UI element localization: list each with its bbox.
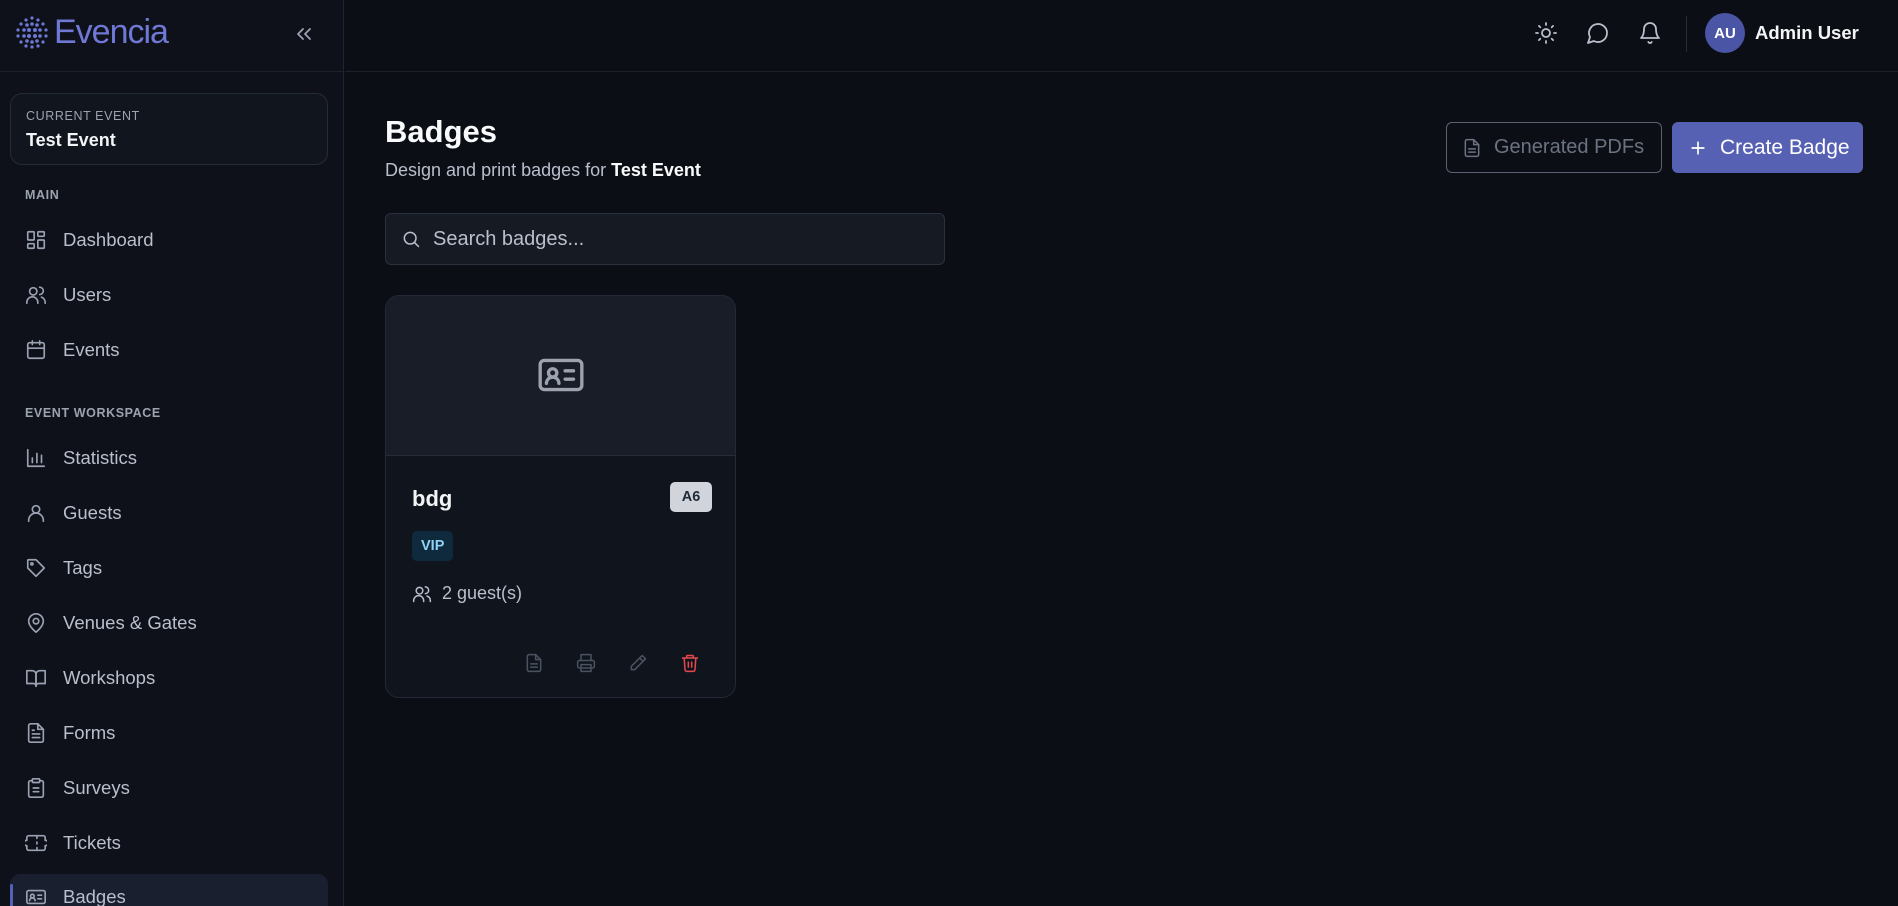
sidebar-item-surveys[interactable]: Surveys xyxy=(10,765,328,811)
dashboard-icon xyxy=(26,230,46,250)
users-icon xyxy=(412,585,432,602)
sidebar-item-label: Statistics xyxy=(63,447,138,468)
sidebar-item-label: Guests xyxy=(63,502,122,523)
logo-dots-icon xyxy=(16,16,48,49)
sun-icon xyxy=(1535,22,1557,44)
sidebar-item-label: Surveys xyxy=(63,777,130,798)
current-event-name: Test Event xyxy=(26,130,116,150)
sidebar-item-forms[interactable]: Forms xyxy=(10,710,328,756)
tag-icon xyxy=(26,558,46,578)
bell-icon xyxy=(1640,22,1660,44)
top-bar xyxy=(345,0,1898,72)
badge-name: bdg xyxy=(412,486,453,511)
sidebar-item-tickets[interactable]: Tickets xyxy=(10,820,328,866)
sidebar-item-label: Venues & Gates xyxy=(63,612,197,633)
generated-pdfs-button[interactable]: Generated PDFs xyxy=(1446,122,1662,173)
logo[interactable]: Evencia xyxy=(14,12,169,52)
sidebar-item-workshops[interactable]: Workshops xyxy=(10,655,328,701)
book-open-icon xyxy=(26,669,46,688)
messages-button[interactable] xyxy=(1586,21,1610,45)
current-event-label: CURRENT EVENT xyxy=(26,109,140,123)
sidebar-item-label: Events xyxy=(63,339,120,360)
map-pin-icon xyxy=(27,613,45,633)
sidebar-item-events[interactable]: Events xyxy=(10,327,328,373)
sidebar-item-label: Dashboard xyxy=(63,229,154,250)
sidebar: Evencia CURRENT EVENT Test Event MAIN Da… xyxy=(0,0,344,906)
sidebar-item-label: Tags xyxy=(63,557,103,578)
sidebar-item-venues-gates[interactable]: Venues & Gates xyxy=(10,600,328,646)
search-input[interactable]: Search badges... xyxy=(385,213,945,265)
avatar[interactable]: AU xyxy=(1705,13,1745,53)
header-divider xyxy=(1686,16,1687,52)
pdf-icon[interactable] xyxy=(524,653,544,673)
section-label-main: MAIN xyxy=(25,188,60,202)
badge-guest-count: 2 guest(s) xyxy=(442,583,523,603)
subtitle-prefix: Design and print badges for xyxy=(385,160,612,180)
user-icon xyxy=(27,504,45,523)
calendar-icon xyxy=(26,340,46,360)
badge-card-actions xyxy=(524,653,732,673)
sidebar-item-badges[interactable]: Badges xyxy=(10,874,328,906)
create-badge-label: Create Badge xyxy=(1720,135,1850,159)
page-title: Badges xyxy=(385,114,497,149)
chevrons-left-icon xyxy=(297,28,311,40)
search-icon xyxy=(403,231,420,248)
print-icon[interactable] xyxy=(576,653,596,673)
logo-row: Evencia xyxy=(0,0,344,72)
generated-pdfs-label: Generated PDFs xyxy=(1494,136,1645,158)
create-badge-button[interactable]: Create Badge xyxy=(1672,122,1863,173)
sidebar-item-statistics[interactable]: Statistics xyxy=(10,435,328,481)
subtitle-event-name: Test Event xyxy=(611,160,701,180)
sidebar-item-users[interactable]: Users xyxy=(10,272,328,318)
trash-icon[interactable] xyxy=(680,653,700,673)
users-icon xyxy=(26,286,46,305)
sidebar-item-label: Tickets xyxy=(63,832,121,853)
user-name[interactable]: Admin User xyxy=(1755,22,1859,44)
id-card-icon xyxy=(26,889,46,905)
search-placeholder: Search badges... xyxy=(433,227,585,250)
theme-toggle-button[interactable] xyxy=(1534,21,1558,45)
sidebar-item-dashboard[interactable]: Dashboard xyxy=(10,217,328,263)
message-icon xyxy=(1587,23,1608,44)
sidebar-item-label: Workshops xyxy=(63,667,156,688)
sidebar-item-guests[interactable]: Guests xyxy=(10,490,328,536)
notifications-button[interactable] xyxy=(1638,21,1662,45)
bar-chart-icon xyxy=(26,448,46,468)
ticket-icon xyxy=(25,834,47,852)
section-label-event-workspace: EVENT WORKSPACE xyxy=(25,406,161,420)
logo-text: Evencia xyxy=(54,13,169,51)
badge-card[interactable]: bdg A6 VIP 2 guest(s) xyxy=(385,295,736,698)
plus-icon xyxy=(1691,140,1705,155)
sidebar-item-tags[interactable]: Tags xyxy=(10,545,328,591)
current-event-card[interactable]: CURRENT EVENT Test Event xyxy=(10,93,328,165)
badge-guests: 2 guest(s) xyxy=(412,583,522,604)
sidebar-item-label: Badges xyxy=(63,886,126,906)
badge-tag: VIP xyxy=(412,531,454,561)
sidebar-item-label: Forms xyxy=(63,722,116,743)
badge-size-label: A6 xyxy=(670,482,712,512)
sidebar-item-label: Users xyxy=(63,284,112,305)
badge-preview xyxy=(386,296,735,456)
id-card-icon xyxy=(538,358,584,392)
file-text-icon xyxy=(27,723,45,743)
file-icon xyxy=(1464,138,1480,157)
edit-icon[interactable] xyxy=(628,653,648,673)
collapse-sidebar-button[interactable] xyxy=(292,22,316,46)
clipboard-icon xyxy=(27,778,45,798)
page-subtitle: Design and print badges for Test Event xyxy=(385,160,701,181)
